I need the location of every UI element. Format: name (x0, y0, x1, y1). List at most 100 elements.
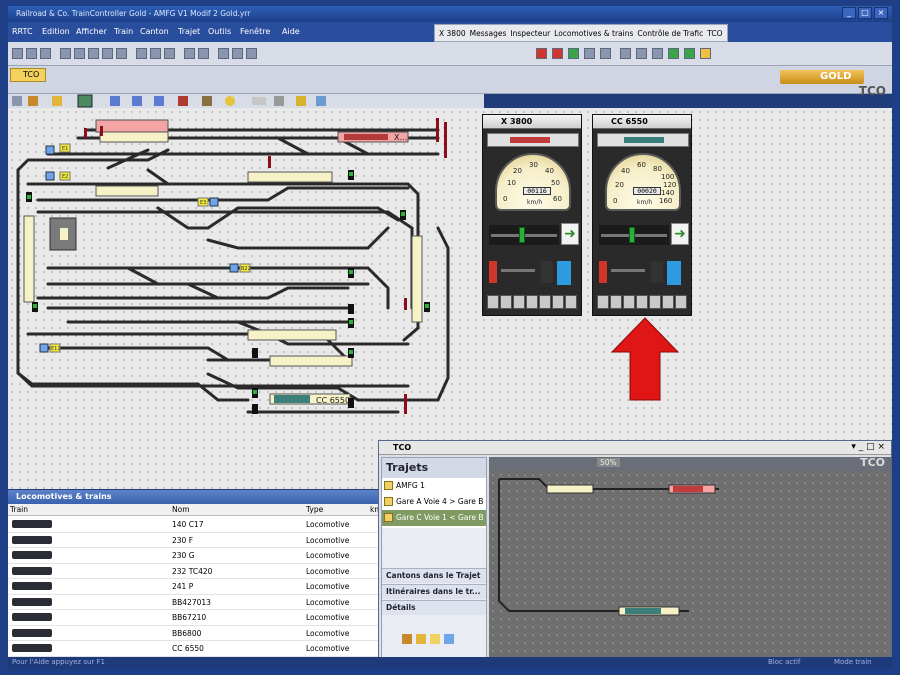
cut-icon[interactable] (88, 48, 99, 59)
col-train[interactable]: Train (10, 505, 28, 514)
tool-icon[interactable] (444, 634, 454, 644)
gauge-label: 0 (613, 197, 618, 205)
hand-icon[interactable] (218, 48, 229, 59)
menu-trajet[interactable]: Trajet (178, 27, 200, 36)
tab-bar: TCO GOLD TCO (8, 66, 892, 98)
wrench-icon[interactable] (184, 48, 195, 59)
section-itineraires[interactable]: Itinéraires dans le tr... (382, 584, 486, 599)
tab-tco[interactable]: TCO (10, 68, 46, 82)
throttle-x3800[interactable]: X 3800 10 20 30 40 50 60 0 00116 km/h ➜ (482, 114, 582, 316)
menu-fenetre[interactable]: Fenêtre (240, 27, 270, 36)
col-nom[interactable]: Nom (172, 505, 190, 514)
table-row[interactable]: 230 F Locomotive (8, 533, 380, 548)
close-button[interactable]: × (874, 7, 888, 19)
new-icon[interactable] (12, 48, 23, 59)
tb-locomotives-trains[interactable]: Locomotives & trains (554, 29, 633, 38)
locomotives-header: Train Nom Type km (8, 504, 382, 516)
auto-icon[interactable] (668, 48, 679, 59)
schedule-icon[interactable] (246, 48, 257, 59)
train-icon[interactable] (652, 48, 663, 59)
paste-icon[interactable] (116, 48, 127, 59)
menu-afficher[interactable]: Afficher (76, 27, 107, 36)
route-icon[interactable] (232, 48, 243, 59)
tool-icon[interactable] (416, 634, 426, 644)
tb-inspecteur[interactable]: Inspecteur (510, 29, 550, 38)
redo-icon[interactable] (74, 48, 85, 59)
tco-floating-window[interactable]: TCO ▾ _ □ × Trajets AMFG 1 Gare A Voie 4… (378, 440, 892, 662)
maximize-button[interactable]: □ (858, 7, 872, 19)
trajet-item[interactable]: Gare A Voie 4 > Gare B ... (382, 494, 486, 510)
trajet-item-selected[interactable]: Gare C Voie 1 < Gare B ... (382, 510, 486, 526)
throttle-title[interactable]: CC 6550 (593, 115, 691, 129)
stop-icon[interactable] (536, 48, 547, 59)
col-type[interactable]: Type (306, 505, 323, 514)
edit-icon[interactable] (164, 48, 175, 59)
emergency-icon[interactable] (552, 48, 563, 59)
speed-slider[interactable] (489, 225, 559, 245)
tool-icon[interactable] (402, 634, 412, 644)
a-mode-icon[interactable] (684, 48, 695, 59)
table-row[interactable]: BB427013 Locomotive (8, 595, 380, 610)
tco-window-title[interactable]: TCO (379, 441, 891, 455)
tb-throttle-x3800[interactable]: X 3800 (439, 29, 466, 38)
table-row[interactable]: 230 G Locomotive (8, 548, 380, 564)
save-icon[interactable] (40, 48, 51, 59)
trajets-tools[interactable] (402, 634, 480, 654)
mini-tco-canvas[interactable] (489, 471, 891, 661)
open-icon[interactable] (26, 48, 37, 59)
menu-outils[interactable]: Outils (208, 27, 231, 36)
switch-icon[interactable] (636, 48, 647, 59)
tb-tco[interactable]: TCO (707, 29, 722, 38)
grid-icon[interactable] (150, 48, 161, 59)
block-id-e11: E11 (51, 346, 61, 352)
block-icon[interactable] (198, 48, 209, 59)
tool-icon[interactable] (430, 634, 440, 644)
app-window: Railroad & Co. TrainController Gold - AM… (8, 6, 892, 669)
window-controls: _ □ × (842, 7, 888, 19)
mini-track-diagram[interactable] (489, 471, 891, 661)
copy-icon[interactable] (102, 48, 113, 59)
zoom-icon[interactable] (136, 48, 147, 59)
menu-aide[interactable]: Aide (282, 27, 300, 36)
function-keys[interactable] (597, 295, 689, 309)
tco-window-controls[interactable]: ▾ _ □ × (851, 442, 885, 452)
menu-canton[interactable]: Canton (140, 27, 169, 36)
signal-icon[interactable] (620, 48, 631, 59)
zoom-select[interactable]: 50% (597, 458, 620, 467)
tco-canvas[interactable]: X... CC 6550 E1 E2 E3 B22 E11 X 3800 10 … (8, 108, 892, 489)
slider-knob[interactable] (629, 227, 635, 243)
pause-icon[interactable] (584, 48, 595, 59)
table-row[interactable]: BB67210 Locomotive (8, 610, 380, 626)
table-row[interactable]: 232 TC420 Locomotive (8, 564, 380, 579)
function-keys[interactable] (487, 295, 579, 309)
section-details[interactable]: Détails (382, 600, 486, 615)
direction-button[interactable]: ➜ (561, 223, 579, 245)
slider-knob[interactable] (519, 227, 525, 243)
throttle-title[interactable]: X 3800 (483, 115, 581, 129)
undo-icon[interactable] (60, 48, 71, 59)
speed-slider[interactable] (599, 225, 669, 245)
trajets-header: Trajets (382, 458, 486, 478)
step-icon[interactable] (600, 48, 611, 59)
menu-train[interactable]: Train (114, 27, 133, 36)
go-icon[interactable] (568, 48, 579, 59)
gauge-label: 20 (615, 181, 624, 189)
tb-controle-trafic[interactable]: Contrôle de Trafic (637, 29, 703, 38)
table-row[interactable]: BB6800 Locomotive (8, 626, 380, 641)
trajet-item[interactable]: AMFG 1 (382, 478, 486, 494)
track-diagram[interactable]: X... CC 6550 E1 E2 E3 B22 E11 (8, 108, 892, 489)
menu-rrtc[interactable]: RRTC (12, 27, 33, 36)
tb-messages[interactable]: Messages (470, 29, 507, 38)
loco-selector[interactable] (487, 133, 579, 147)
table-row[interactable]: 140 C17 Locomotive (8, 517, 380, 533)
minimize-button[interactable]: _ (842, 7, 856, 19)
throttle-cc6550[interactable]: CC 6550 20 40 60 80 100 120 140 160 0 00… (592, 114, 692, 316)
table-row[interactable]: CC 6550 Locomotive (8, 641, 380, 657)
clock-icon[interactable] (700, 48, 711, 59)
menu-edition[interactable]: Edition (42, 27, 70, 36)
direction-button[interactable]: ➜ (671, 223, 689, 245)
table-row[interactable]: 241 P Locomotive (8, 579, 380, 595)
tco-tools-strip[interactable] (8, 94, 348, 108)
section-cantons[interactable]: Cantons dans le Trajet (382, 568, 486, 583)
loco-selector[interactable] (597, 133, 689, 147)
